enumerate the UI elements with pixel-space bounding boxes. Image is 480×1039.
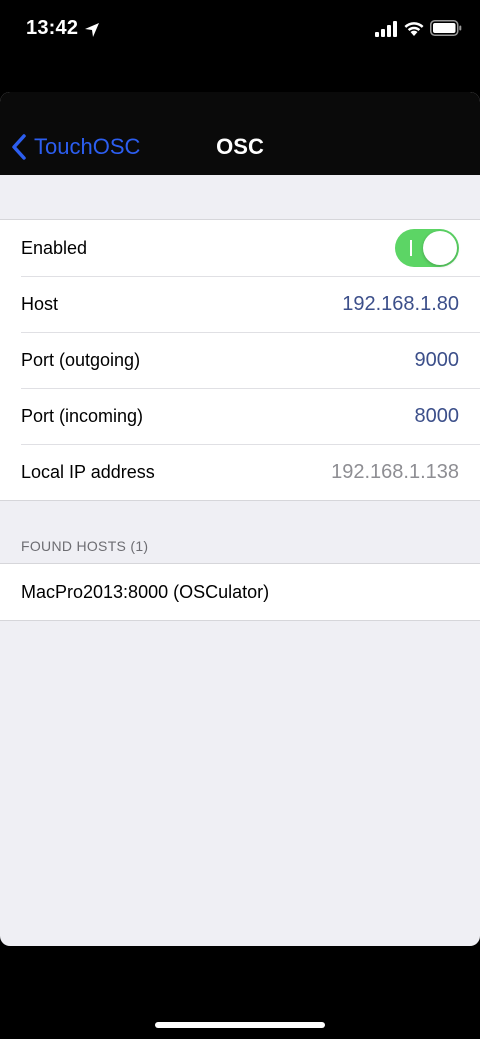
found-host-item[interactable]: MacPro2013:8000 (OSCulator): [0, 564, 480, 620]
enabled-row: Enabled: [0, 220, 480, 276]
port-incoming-label: Port (incoming): [21, 405, 144, 426]
cellular-signal-icon: [375, 21, 397, 37]
port-outgoing-row[interactable]: Port (outgoing) 9000: [0, 332, 480, 388]
navigation-bar: TouchOSC OSC: [0, 92, 480, 175]
enabled-label: Enabled: [21, 237, 88, 258]
location-arrow-icon: [85, 23, 99, 37]
host-row[interactable]: Host 192.168.1.80: [0, 276, 480, 332]
local-ip-row: Local IP address 192.168.1.138: [0, 444, 480, 500]
status-time: 13:42: [26, 17, 79, 39]
osc-settings-group: Enabled Host 192.168.1.80 Port (outgoing…: [0, 219, 480, 501]
home-indicator[interactable]: [155, 1022, 325, 1028]
found-hosts-group: MacPro2013:8000 (OSCulator): [0, 563, 480, 621]
status-bar: 13:42: [0, 0, 480, 60]
local-ip-value: 192.168.1.138: [331, 460, 459, 483]
port-outgoing-value: 9000: [414, 348, 460, 371]
enabled-toggle[interactable]: [395, 229, 459, 267]
battery-icon: [430, 20, 462, 36]
found-host-label: MacPro2013:8000 (OSCulator): [21, 581, 270, 602]
found-hosts-header: FOUND HOSTS (1): [21, 538, 149, 554]
settings-sheet: TouchOSC OSC Enabled Host 192.168.1.80 P…: [0, 92, 480, 946]
local-ip-label: Local IP address: [21, 461, 155, 482]
host-value: 192.168.1.80: [342, 292, 459, 315]
port-outgoing-label: Port (outgoing): [21, 349, 141, 370]
toggle-knob: [423, 231, 457, 265]
port-incoming-row[interactable]: Port (incoming) 8000: [0, 388, 480, 444]
page-title: OSC: [216, 134, 264, 159]
toggle-on-indicator: [410, 240, 412, 256]
host-label: Host: [21, 293, 59, 314]
wifi-icon: [404, 22, 424, 36]
port-incoming-value: 8000: [414, 404, 460, 427]
